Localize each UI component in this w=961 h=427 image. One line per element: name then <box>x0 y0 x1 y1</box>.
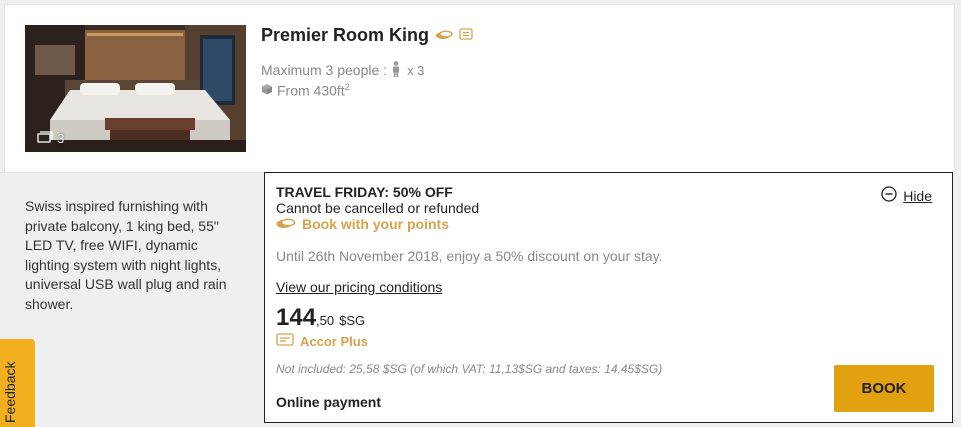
hide-label: Hide <box>903 187 932 204</box>
room-size-unit-exponent: 2 <box>344 81 350 92</box>
person-icon <box>391 60 401 80</box>
price: 144 ,50 $SG <box>276 304 365 332</box>
loyalty-badge: Accor Plus <box>276 333 368 349</box>
book-with-points-link[interactable]: Book with your points <box>276 216 449 232</box>
hide-toggle[interactable]: Hide <box>881 186 932 205</box>
page: 3 Premier Room King Maximum 3 people : x… <box>0 0 961 427</box>
minus-circle-icon <box>881 186 897 205</box>
cube-icon <box>261 82 273 98</box>
photo-count-value: 3 <box>57 131 65 146</box>
room-description: Swiss inspired furnishing with private b… <box>25 198 227 312</box>
photo-count: 3 <box>37 131 64 146</box>
room-meta: Maximum 3 people : x 3 From 430ft2 <box>261 60 425 101</box>
book-button[interactable]: BOOK <box>834 365 934 412</box>
points-icon <box>276 216 296 232</box>
loyalty-label: Accor Plus <box>300 333 368 349</box>
feedback-tab[interactable]: Feedback <box>0 339 35 427</box>
size-line: From 430ft2 <box>261 81 424 99</box>
max-people-label: Maximum 3 people : <box>261 62 388 78</box>
price-currency: $SG <box>339 313 366 328</box>
pricing-conditions-link[interactable]: View our pricing conditions <box>276 279 442 295</box>
room-title: Premier Room King <box>261 25 430 45</box>
cancellation-policy: Cannot be cancelled or refunded <box>276 200 480 216</box>
room-description-panel: Swiss inspired furnishing with private b… <box>0 172 264 427</box>
capacity-line: Maximum 3 people : x 3 <box>261 60 425 80</box>
room-size: From 430ft2 <box>277 82 350 99</box>
rate-name: TRAVEL FRIDAY: 50% OFF <box>276 184 453 200</box>
promo-description: Until 26th November 2018, enjoy a 50% di… <box>276 248 663 264</box>
loyalty-card-icon <box>276 333 294 349</box>
feedback-label: Feedback <box>2 361 18 423</box>
room-info-icon[interactable] <box>459 27 473 45</box>
room-card: 3 Premier Room King Maximum 3 people : x… <box>4 4 955 172</box>
not-included-taxes: Not included: 25,58 $SG (of which VAT: 1… <box>276 362 663 376</box>
room-size-value: From 430ft <box>277 82 345 99</box>
photos-icon <box>37 131 53 146</box>
rate-panel: TRAVEL FRIDAY: 50% OFF Cannot be cancell… <box>264 172 953 423</box>
book-with-points-label: Book with your points <box>302 216 449 232</box>
price-integer: 144 <box>276 304 317 331</box>
payment-type: Online payment <box>276 394 382 410</box>
people-count: x 3 <box>407 62 425 78</box>
room-photo[interactable]: 3 <box>25 25 246 152</box>
price-decimal: ,50 <box>316 313 335 328</box>
room-title-row: Premier Room King <box>261 25 473 46</box>
points-icon <box>435 27 453 45</box>
